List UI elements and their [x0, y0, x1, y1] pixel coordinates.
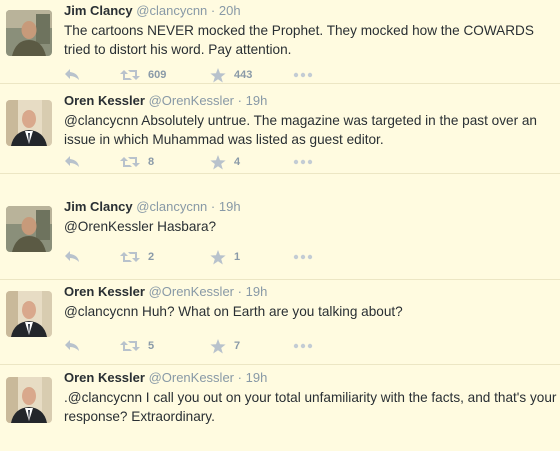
star-icon	[210, 249, 226, 265]
timestamp[interactable]: 19h	[246, 93, 268, 108]
retweet-icon	[120, 339, 140, 353]
reply-button[interactable]	[64, 338, 80, 354]
tweet-text: @clancycnn Absolutely untrue. The magazi…	[64, 113, 537, 147]
tweet-text: @clancycnn Huh? What on Earth are you ta…	[64, 304, 403, 319]
favorite-count: 443	[234, 69, 253, 81]
reply-icon	[64, 68, 80, 82]
avatar[interactable]	[6, 206, 52, 252]
favorite-button[interactable]: 443	[210, 67, 252, 83]
separator: ·	[237, 370, 242, 385]
separator: ·	[210, 3, 216, 18]
favorite-button[interactable]: 7	[210, 338, 240, 354]
favorite-count: 1	[234, 251, 241, 263]
timestamp[interactable]: 20h	[219, 3, 241, 18]
tweet-text: @OrenKessler Hasbara?	[64, 219, 217, 234]
tweet[interactable]: Jim Clancy @clancycnn · 19h @OrenKessler …	[0, 196, 560, 280]
reply-button[interactable]	[64, 67, 80, 83]
reply-button[interactable]	[64, 154, 80, 170]
timestamp[interactable]: 19h	[246, 284, 268, 299]
favorite-button[interactable]: 1	[210, 249, 240, 265]
retweet-button[interactable]: 2	[120, 249, 154, 265]
favorite-count: 7	[234, 340, 241, 352]
more-icon	[293, 343, 313, 349]
author-handle[interactable]: @OrenKessler	[149, 284, 234, 299]
reply-icon	[64, 250, 80, 264]
more-icon	[293, 254, 313, 260]
reply-icon	[64, 155, 80, 169]
author-handle[interactable]: @clancycnn	[136, 3, 207, 18]
author-name[interactable]: Oren Kessler	[64, 284, 145, 299]
author-handle[interactable]: @OrenKessler	[149, 93, 234, 108]
author-name[interactable]: Jim Clancy	[64, 199, 133, 214]
timestamp[interactable]: 19h	[219, 199, 241, 214]
tweet-header: Oren Kessler @OrenKessler · 19h	[64, 370, 267, 385]
retweet-icon	[120, 250, 140, 264]
tweet-text: .@clancycnn I call you out on your total…	[64, 390, 557, 424]
retweet-button[interactable]: 8	[120, 154, 154, 170]
separator: ·	[237, 284, 242, 299]
star-icon	[210, 338, 226, 354]
separator: ·	[237, 93, 242, 108]
more-button[interactable]	[293, 154, 313, 170]
star-icon	[210, 154, 226, 170]
more-icon	[293, 159, 313, 165]
retweet-button[interactable]: 5	[120, 338, 154, 354]
tweet[interactable]: Oren Kessler @OrenKessler · 19h .@clancyc…	[0, 367, 560, 451]
timestamp[interactable]: 19h	[246, 370, 268, 385]
author-name[interactable]: Jim Clancy	[64, 3, 133, 18]
tweet[interactable]: Oren Kessler @OrenKessler · 19h @clancycn…	[0, 281, 560, 365]
more-button[interactable]	[293, 249, 313, 265]
avatar[interactable]	[6, 100, 52, 146]
tweet-header: Jim Clancy @clancycnn · 20h	[64, 3, 241, 18]
avatar[interactable]	[6, 10, 52, 56]
author-name[interactable]: Oren Kessler	[64, 370, 145, 385]
tweet-text: The cartoons NEVER mocked the Prophet. T…	[64, 23, 534, 57]
retweet-count: 5	[148, 340, 155, 352]
tweet-header: Oren Kessler @OrenKessler · 19h	[64, 284, 267, 299]
tweet-feed: Jim Clancy @clancycnn · 20h The cartoons …	[0, 0, 560, 440]
retweet-count: 8	[148, 156, 155, 168]
separator: ·	[210, 199, 216, 214]
avatar[interactable]	[6, 377, 52, 423]
retweet-count: 609	[148, 69, 167, 81]
tweet[interactable]: Jim Clancy @clancycnn · 20h The cartoons …	[0, 0, 560, 84]
tweet-header: Jim Clancy @clancycnn · 19h	[64, 199, 241, 214]
avatar[interactable]	[6, 291, 52, 337]
star-icon	[210, 67, 226, 83]
retweet-icon	[120, 155, 140, 169]
retweet-count: 2	[148, 251, 155, 263]
author-handle[interactable]: @OrenKessler	[149, 370, 234, 385]
retweet-icon	[120, 68, 140, 82]
reply-icon	[64, 339, 80, 353]
author-name[interactable]: Oren Kessler	[64, 93, 145, 108]
tweet[interactable]: Oren Kessler @OrenKessler · 19h @clancycn…	[0, 90, 560, 174]
favorite-button[interactable]: 4	[210, 154, 240, 170]
more-button[interactable]	[293, 338, 313, 354]
author-handle[interactable]: @clancycnn	[136, 199, 207, 214]
tweet-header: Oren Kessler @OrenKessler · 19h	[64, 93, 267, 108]
retweet-button[interactable]: 609	[120, 67, 166, 83]
more-icon	[293, 72, 313, 78]
reply-button[interactable]	[64, 249, 80, 265]
favorite-count: 4	[234, 156, 241, 168]
more-button[interactable]	[293, 67, 313, 83]
